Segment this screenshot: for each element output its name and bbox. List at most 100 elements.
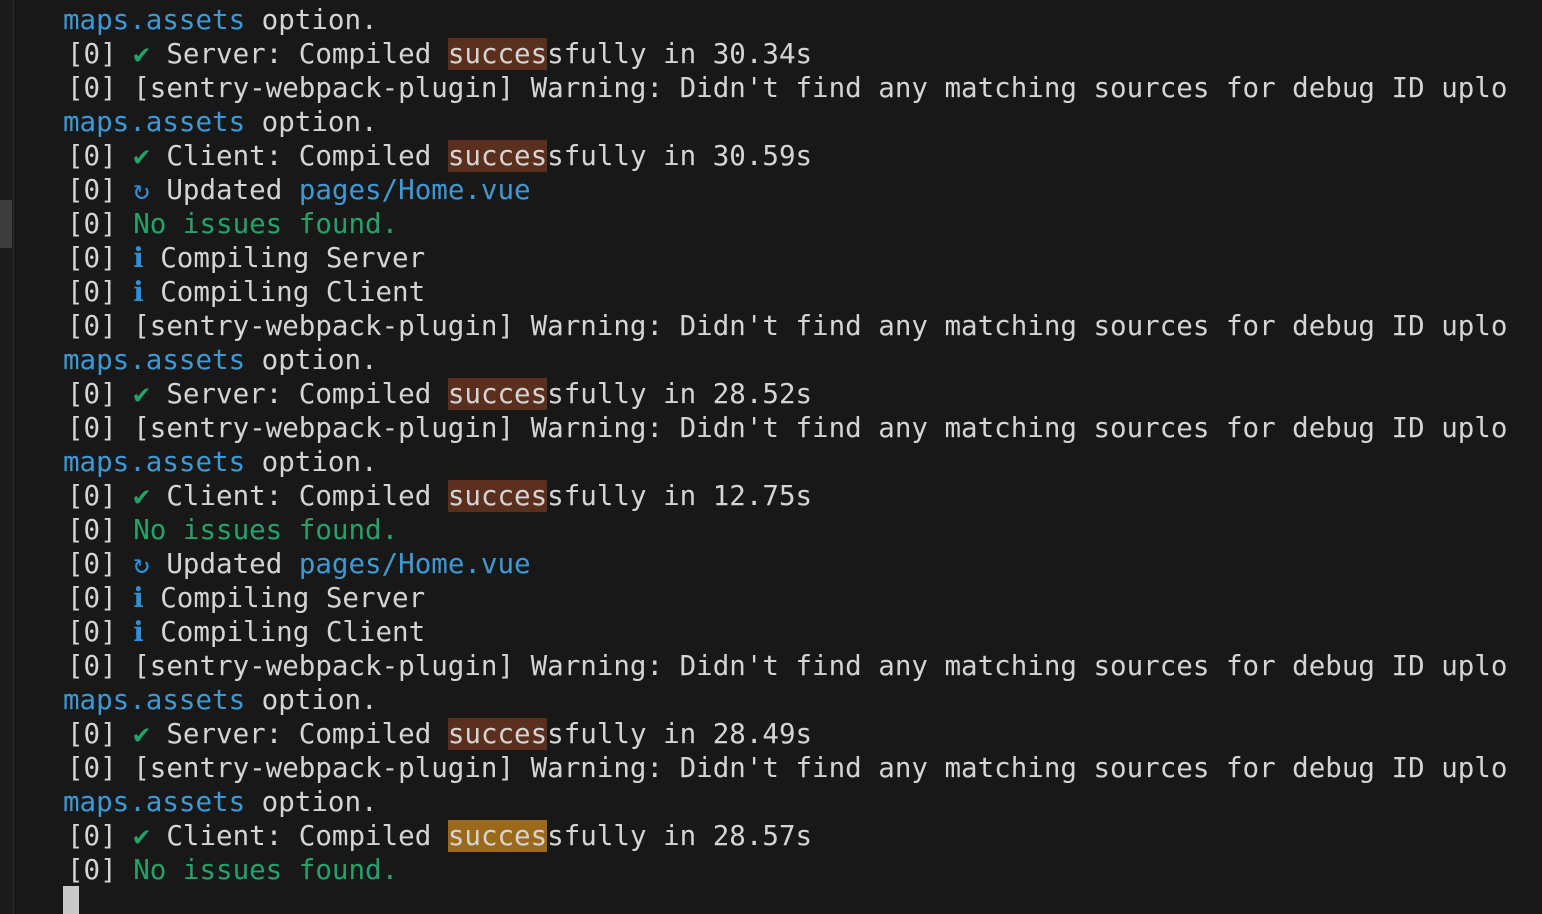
wrapped-line: maps.assets option. xyxy=(63,3,378,37)
terminal-cursor xyxy=(63,886,79,914)
search-match[interactable]: succes xyxy=(447,140,548,172)
warning-text: [sentry-webpack-plugin] Warning: Didn't … xyxy=(133,412,1508,444)
compile-line-server: [0] ✔ Server: Compiled successfully in 2… xyxy=(67,377,812,411)
process-prefix: [0] xyxy=(67,378,117,410)
search-match[interactable]: succes xyxy=(447,38,548,70)
compile-time: 28.49s xyxy=(712,718,813,750)
updated-line: [0] ↻ Updated pages/Home.vue xyxy=(67,547,531,581)
warning-line: [0] [sentry-webpack-plugin] Warning: Did… xyxy=(67,71,1507,105)
wrap-rest: option. xyxy=(245,4,378,36)
process-prefix: [0] xyxy=(67,854,117,886)
process-prefix: [0] xyxy=(67,208,117,240)
process-prefix: [0] xyxy=(67,752,117,784)
wrapped-line: maps.assets option. xyxy=(63,785,378,819)
compiling-client-line: [0] ℹ Compiling Client xyxy=(67,615,425,649)
compile-label: Server: Compiled xyxy=(166,718,448,750)
compile-time: 30.34s xyxy=(712,38,813,70)
info-icon: ℹ xyxy=(133,242,144,274)
compiling-client-text: Compiling Client xyxy=(160,616,426,648)
warning-text: [sentry-webpack-plugin] Warning: Didn't … xyxy=(133,310,1508,342)
search-match[interactable]: succes xyxy=(447,718,548,750)
gutter-marker xyxy=(0,200,12,248)
warning-text: [sentry-webpack-plugin] Warning: Didn't … xyxy=(133,72,1508,104)
wrapped-line: maps.assets option. xyxy=(63,343,378,377)
warning-text: [sentry-webpack-plugin] Warning: Didn't … xyxy=(133,650,1508,682)
wrap-rest: option. xyxy=(245,684,378,716)
compile-rest: sfully in xyxy=(547,140,713,172)
compile-rest: sfully in xyxy=(547,38,713,70)
compile-time: 28.52s xyxy=(712,378,813,410)
compile-label: Client: Compiled xyxy=(166,820,448,852)
compiling-server-text: Compiling Server xyxy=(160,242,426,274)
wrap-key: maps.assets xyxy=(63,4,246,36)
compile-line-client: [0] ✔ Client: Compiled successfully in 1… xyxy=(67,479,812,513)
refresh-icon: ↻ xyxy=(133,548,150,580)
process-prefix: [0] xyxy=(67,650,117,682)
process-prefix: [0] xyxy=(67,718,117,750)
compile-line-server: [0] ✔ Server: Compiled successfully in 3… xyxy=(67,37,812,71)
updated-line: [0] ↻ Updated pages/Home.vue xyxy=(67,173,531,207)
check-icon: ✔ xyxy=(133,718,150,750)
wrap-key: maps.assets xyxy=(63,344,246,376)
compile-time: 28.57s xyxy=(712,820,813,852)
process-prefix: [0] xyxy=(67,242,117,274)
compiling-client-line: [0] ℹ Compiling Client xyxy=(67,275,425,309)
check-icon: ✔ xyxy=(133,38,150,70)
wrap-key: maps.assets xyxy=(63,786,246,818)
check-icon: ✔ xyxy=(133,140,150,172)
compile-time: 30.59s xyxy=(712,140,813,172)
compile-rest: sfully in xyxy=(547,718,713,750)
wrapped-line: maps.assets option. xyxy=(63,445,378,479)
wrap-rest: option. xyxy=(245,344,378,376)
wrapped-line: maps.assets option. xyxy=(63,105,378,139)
compile-line-server: [0] ✔ Server: Compiled successfully in 2… xyxy=(67,717,812,751)
check-icon: ✔ xyxy=(133,820,150,852)
updated-label: Updated xyxy=(166,174,299,206)
warning-line: [0] [sentry-webpack-plugin] Warning: Did… xyxy=(67,309,1507,343)
warning-text: [sentry-webpack-plugin] Warning: Didn't … xyxy=(133,752,1508,784)
process-prefix: [0] xyxy=(67,582,117,614)
wrap-key: maps.assets xyxy=(63,446,246,478)
terminal-window[interactable]: maps.assets option. [0] ✔ Server: Compil… xyxy=(0,0,1542,914)
compile-label: Client: Compiled xyxy=(166,480,448,512)
compiling-client-text: Compiling Client xyxy=(160,276,426,308)
search-match[interactable]: succes xyxy=(447,480,548,512)
process-prefix: [0] xyxy=(67,38,117,70)
updated-file-link[interactable]: pages/Home.vue xyxy=(299,174,531,206)
process-prefix: [0] xyxy=(67,514,117,546)
warning-line: [0] [sentry-webpack-plugin] Warning: Did… xyxy=(67,751,1507,785)
refresh-icon: ↻ xyxy=(133,174,150,206)
no-issues-line: [0] No issues found. xyxy=(67,207,398,241)
process-prefix: [0] xyxy=(67,548,117,580)
search-match[interactable]: succes xyxy=(447,378,548,410)
compile-label: Server: Compiled xyxy=(166,378,448,410)
current-search-match[interactable]: succes xyxy=(447,820,548,852)
process-prefix: [0] xyxy=(67,72,117,104)
compile-line-client: [0] ✔ Client: Compiled successfully in 3… xyxy=(67,139,812,173)
compile-time: 12.75s xyxy=(712,480,813,512)
process-prefix: [0] xyxy=(67,820,117,852)
compile-label: Client: Compiled xyxy=(166,140,448,172)
wrap-key: maps.assets xyxy=(63,684,246,716)
wrap-rest: option. xyxy=(245,106,378,138)
no-issues-text: No issues found. xyxy=(133,854,399,886)
check-icon: ✔ xyxy=(133,480,150,512)
warning-line: [0] [sentry-webpack-plugin] Warning: Did… xyxy=(67,411,1507,445)
compiling-server-line: [0] ℹ Compiling Server xyxy=(67,241,425,275)
terminal-output[interactable]: maps.assets option. [0] ✔ Server: Compil… xyxy=(63,0,1542,914)
no-issues-text: No issues found. xyxy=(133,514,399,546)
compile-rest: sfully in xyxy=(547,378,713,410)
compile-line-client: [0] ✔ Client: Compiled successfully in 2… xyxy=(67,819,812,853)
process-prefix: [0] xyxy=(67,140,117,172)
info-icon: ℹ xyxy=(133,276,144,308)
updated-file-link[interactable]: pages/Home.vue xyxy=(299,548,531,580)
check-icon: ✔ xyxy=(133,378,150,410)
compile-rest: sfully in xyxy=(547,820,713,852)
compiling-server-line: [0] ℹ Compiling Server xyxy=(67,581,425,615)
no-issues-line: [0] No issues found. xyxy=(67,513,398,547)
process-prefix: [0] xyxy=(67,616,117,648)
process-prefix: [0] xyxy=(67,480,117,512)
updated-label: Updated xyxy=(166,548,299,580)
wrap-rest: option. xyxy=(245,446,378,478)
wrap-key: maps.assets xyxy=(63,106,246,138)
